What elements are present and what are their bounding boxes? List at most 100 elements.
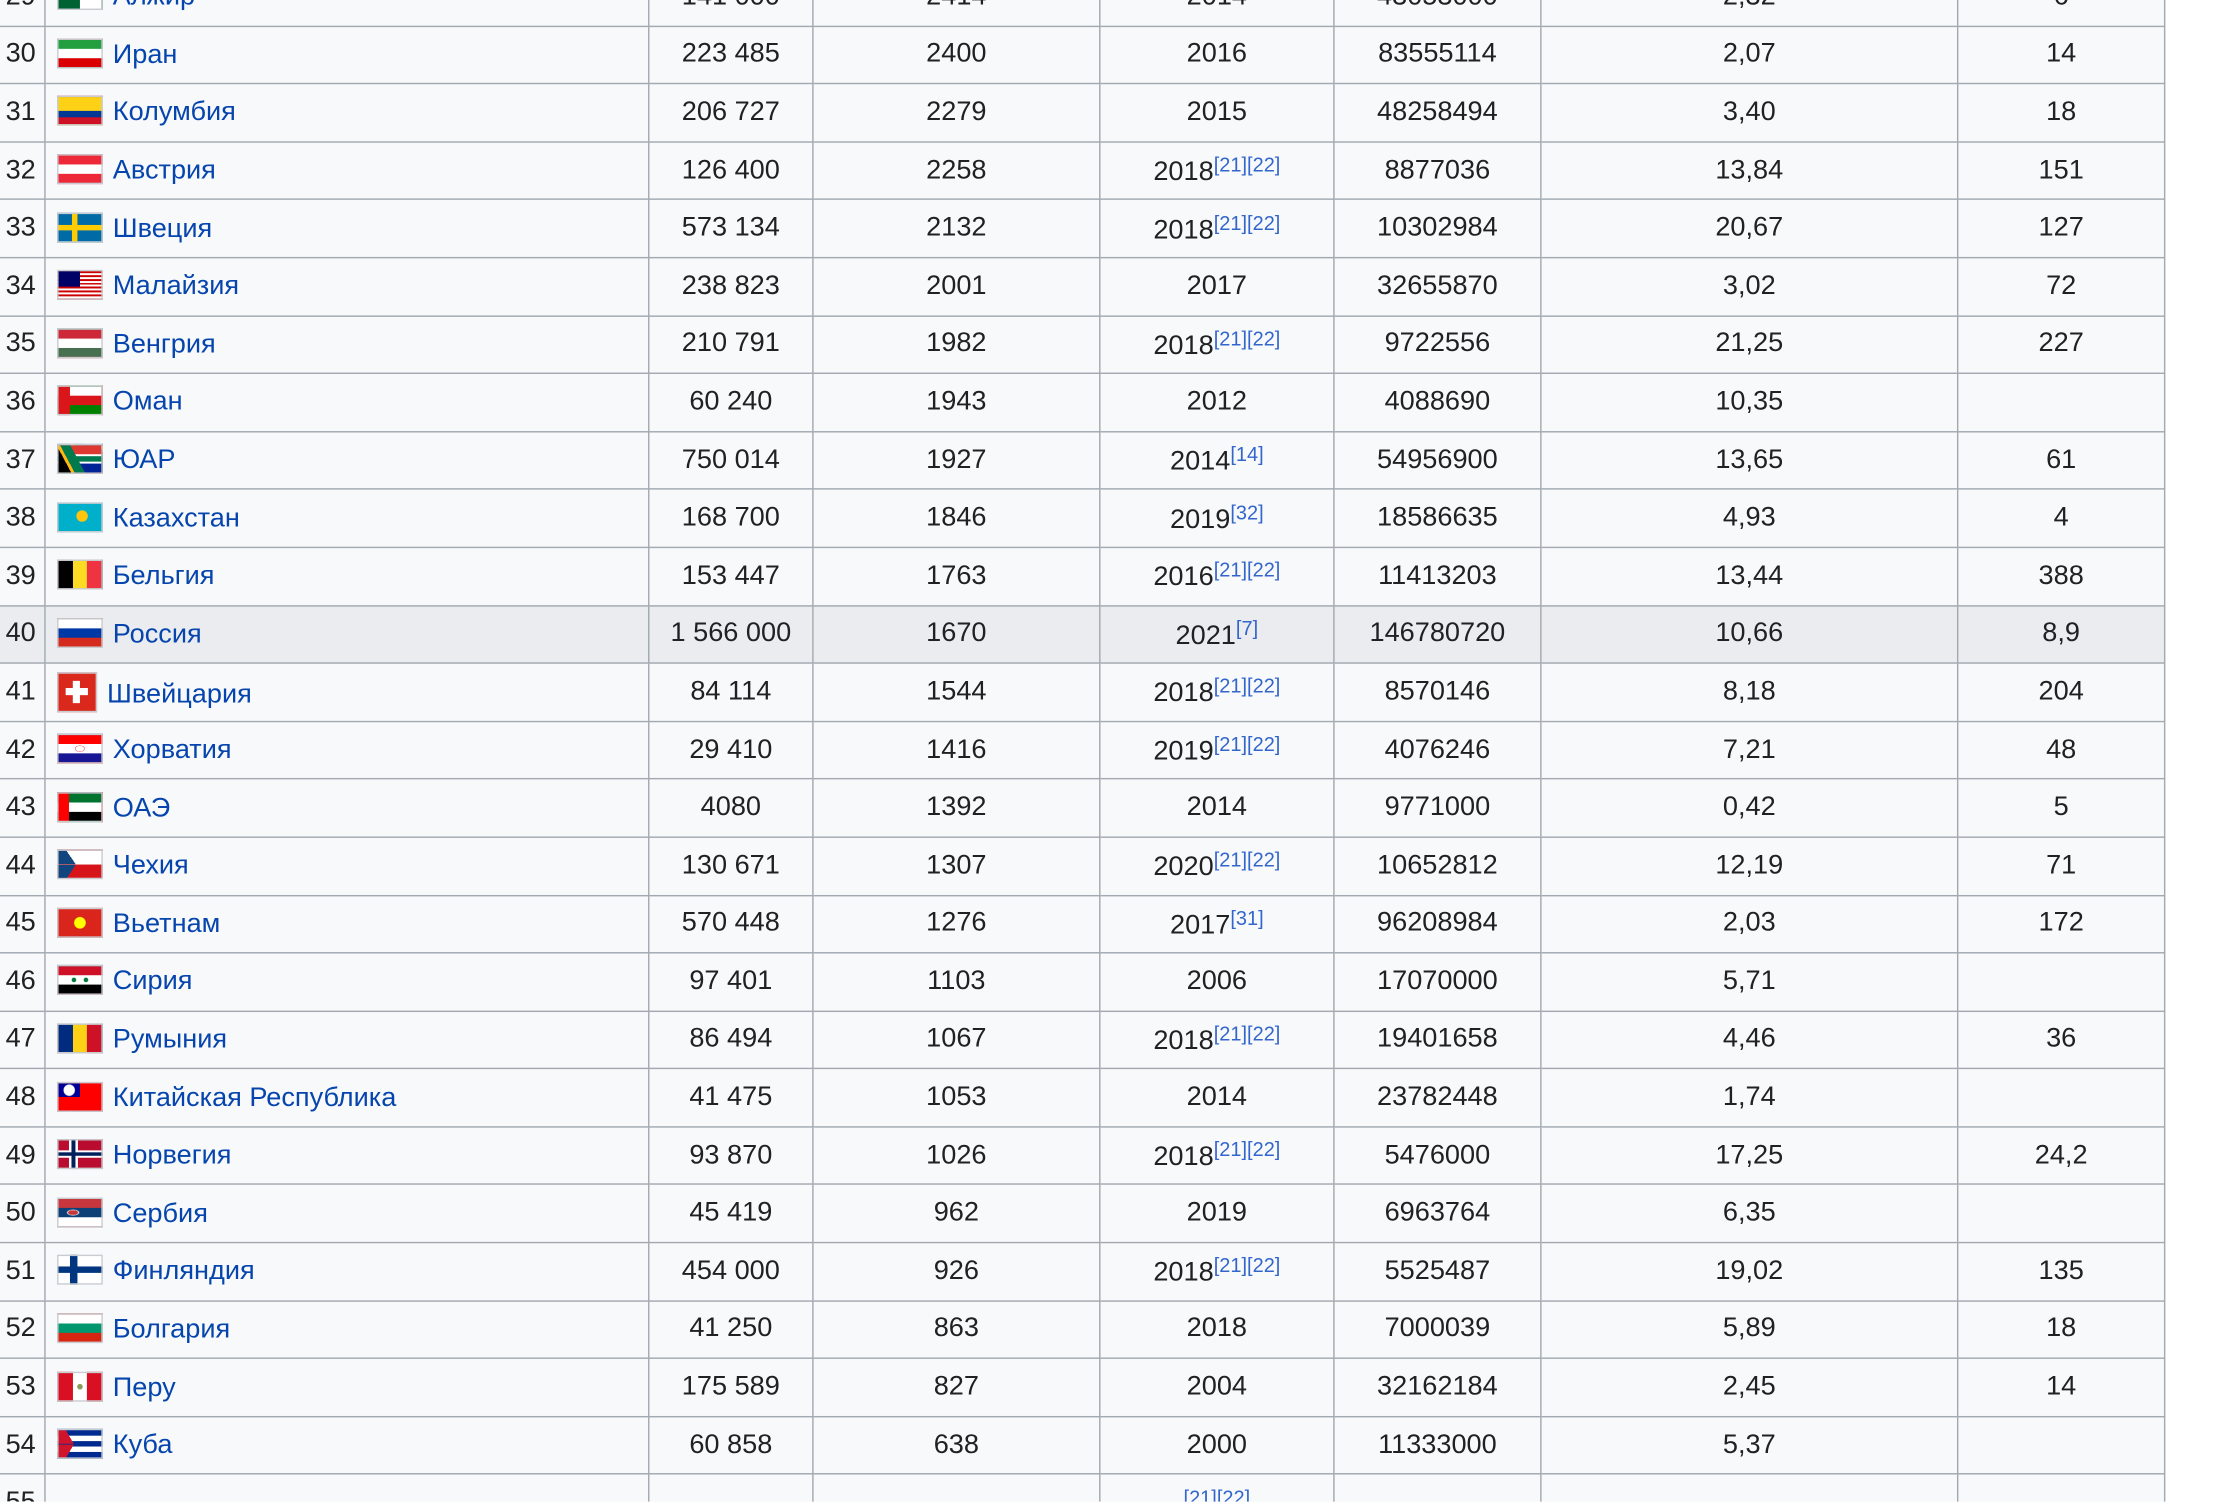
reference-link[interactable]: [21][22]	[1214, 153, 1281, 176]
reference-link[interactable]: [14]	[1230, 443, 1263, 466]
country-link[interactable]: Сербия	[113, 1199, 208, 1229]
rank-cell: 36	[0, 372, 46, 433]
year-value: 2016	[1186, 39, 1248, 70]
last-cell	[1956, 1415, 2166, 1476]
country-link[interactable]: ЮАР	[113, 445, 176, 475]
country-link[interactable]: Швейцария	[107, 679, 252, 709]
value-cell: 1103	[812, 952, 1101, 1012]
year-value: 2014	[1186, 1082, 1248, 1113]
country-link[interactable]: Китайская Республика	[113, 1083, 397, 1113]
percent-cell: 1,74	[1540, 1068, 1959, 1128]
table-row: 31 Колумбия 206 727 2279 2015 48258494 3,40 18	[0, 83, 2166, 143]
rank-number: 34	[5, 270, 36, 301]
value-cell: 2258	[812, 141, 1101, 201]
population-cell: 9771000	[1333, 778, 1542, 838]
country-cell: Иран	[44, 25, 650, 85]
last-cell: 151	[1956, 141, 2166, 201]
last-cell	[1956, 372, 2166, 433]
country-link[interactable]: Россия	[113, 619, 202, 649]
reference-link[interactable]: [21][22]	[1214, 674, 1281, 697]
table-row: 32 Австрия 126 400 2258 2018[21][22] 8877036 1…	[0, 141, 2166, 201]
country-link[interactable]: Иран	[113, 40, 178, 70]
country-link[interactable]: Алжир	[113, 0, 195, 12]
country-link[interactable]: Швеция	[113, 214, 212, 244]
country-link[interactable]: Бельгия	[113, 561, 215, 591]
country-cell: Алжир	[44, 0, 650, 27]
croatia-flag-icon	[57, 733, 103, 764]
norway-flag-icon	[57, 1139, 103, 1170]
country-link[interactable]: Австрия	[113, 156, 216, 186]
year-value: 2019	[1153, 736, 1214, 767]
reference-link[interactable]: [21][22]	[1214, 558, 1281, 581]
year-value: 2019	[1169, 504, 1231, 535]
rank-number: 43	[5, 792, 36, 823]
country-link[interactable]: Перу	[113, 1373, 176, 1403]
country-link[interactable]: Куба	[113, 1430, 173, 1460]
area-cell: 238 823	[648, 256, 814, 317]
value-cell: 2414	[812, 0, 1101, 27]
country-cell: Малайзия	[44, 256, 650, 317]
country-link[interactable]: ОАЭ	[113, 793, 170, 823]
year-cell: 2016[21][22]	[1099, 546, 1335, 606]
country-link[interactable]: Колумбия	[113, 98, 236, 128]
country-link[interactable]: Чехия	[113, 851, 189, 881]
russia-flag-icon	[57, 617, 103, 648]
table-row: 44 Чехия 130 671 1307 2020[21][22] 10652812 12…	[0, 836, 2166, 896]
country-link[interactable]: Малайзия	[113, 272, 239, 302]
iran-flag-icon	[57, 38, 103, 69]
country-cell: Финляндия	[44, 1241, 650, 1302]
year-cell: 2017[31]	[1099, 894, 1335, 954]
rank-number: 33	[5, 212, 36, 243]
reference-link[interactable]: [31]	[1230, 906, 1263, 929]
year-cell: 2021[7]	[1099, 604, 1335, 664]
reference-link[interactable]: [21][22]	[1184, 1486, 1251, 1502]
country-link[interactable]: Сирия	[113, 967, 193, 997]
country-link[interactable]: Норвегия	[113, 1141, 232, 1171]
percent-cell: 2,32	[1540, 0, 1959, 27]
reference-link[interactable]: [32]	[1230, 501, 1263, 524]
year-value: 2018	[1153, 1258, 1214, 1289]
country-link[interactable]: Казахстан	[113, 503, 240, 533]
country-link[interactable]: Болгария	[113, 1315, 230, 1345]
country-cell: Колумбия	[44, 83, 650, 143]
country-link[interactable]: Венгрия	[113, 330, 216, 360]
year-cell: 2000	[1099, 1415, 1335, 1476]
rank-cell: 35	[0, 314, 46, 375]
table-row: 47 Румыния 86 494 1067 2018[21][22] 19401658 4…	[0, 1010, 2166, 1070]
country-cell: Хорватия	[44, 720, 650, 780]
year-value: 2020	[1153, 852, 1214, 883]
year-cell: 2015	[1099, 83, 1335, 143]
last-cell: 18	[1956, 83, 2166, 143]
population-cell: 4076246	[1333, 720, 1542, 780]
year-cell: 2018[21][22]	[1099, 1010, 1335, 1070]
population-cell: 54956900	[1333, 430, 1542, 491]
value-cell: 1943	[812, 372, 1101, 433]
value-cell: 1026	[812, 1126, 1101, 1186]
vietnam-flag-icon	[57, 907, 103, 938]
year-cell: 2014	[1099, 778, 1335, 838]
area-cell: 1 566 000	[648, 604, 814, 664]
reference-link[interactable]: [21][22]	[1214, 211, 1281, 234]
year-value: 2017	[1169, 910, 1231, 941]
percent-cell: 19,02	[1540, 1241, 1959, 1302]
country-link[interactable]: Оман	[113, 387, 183, 417]
country-link[interactable]: Финляндия	[113, 1257, 255, 1287]
year-cell: 2017	[1099, 256, 1335, 317]
country-link[interactable]: Хорватия	[113, 735, 232, 765]
country-link[interactable]: Румыния	[113, 1025, 227, 1055]
rank-cell: 49	[0, 1126, 46, 1186]
rank-number: 54	[5, 1429, 36, 1460]
reference-link[interactable]: [21][22]	[1214, 848, 1281, 871]
year-value: 2014	[1186, 792, 1248, 823]
last-cell: 24,2	[1956, 1126, 2166, 1186]
country-link[interactable]: Вьетнам	[113, 909, 221, 939]
reference-link[interactable]: [21][22]	[1214, 732, 1281, 755]
peru-flag-icon	[57, 1371, 103, 1402]
reference-link[interactable]: [21][22]	[1214, 327, 1281, 350]
area-cell: 206 727	[648, 83, 814, 143]
reference-link[interactable]: [7]	[1236, 616, 1258, 639]
reference-link[interactable]: [21][22]	[1214, 1022, 1281, 1045]
reference-link[interactable]: [21][22]	[1214, 1254, 1281, 1277]
country-cell: Вьетнам	[44, 894, 650, 954]
reference-link[interactable]: [21][22]	[1214, 1138, 1281, 1161]
